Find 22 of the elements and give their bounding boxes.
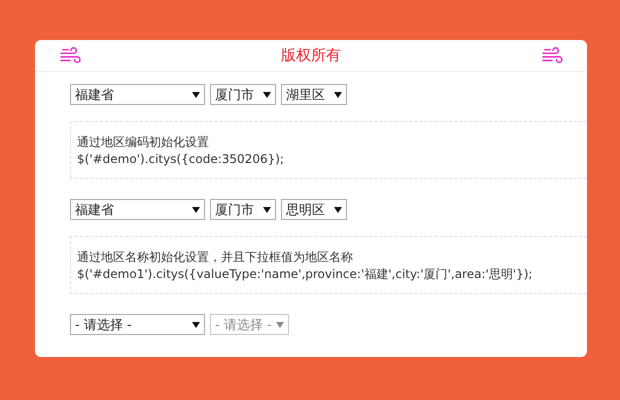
caret-icon	[263, 92, 271, 98]
dropdown[interactable]: 湖里区	[281, 84, 347, 105]
caret-icon	[192, 322, 200, 328]
caret-icon	[334, 206, 342, 212]
dropdown[interactable]: 思明区	[281, 199, 347, 220]
caret-icon	[334, 92, 342, 98]
caret-icon	[192, 206, 200, 212]
dropdown[interactable]: 厦门市	[210, 199, 276, 220]
code-line: $('#demo1').citys({valueType:'name',province:'福建',city:'厦门',area:'思明'});	[77, 266, 534, 283]
note-description: 通过地区编码初始化设置	[77, 134, 210, 151]
code-line: $('#demo').citys({code:350206});	[77, 151, 285, 168]
note-description: 通过地区名称初始化设置，并且下拉框值为地区名称	[77, 249, 354, 266]
dropdown[interactable]: - 请选择 -	[70, 314, 205, 335]
dropdown[interactable]: 福建省	[70, 199, 205, 220]
caret-icon	[263, 206, 271, 212]
caret-icon	[276, 322, 284, 328]
dropdown[interactable]: 福建省	[70, 84, 205, 105]
wind-icon	[59, 46, 81, 64]
dropdown[interactable]: 厦门市	[210, 84, 276, 105]
wind-icon	[541, 46, 563, 64]
caret-icon	[192, 92, 200, 98]
header-title: 版权所有	[281, 46, 341, 65]
